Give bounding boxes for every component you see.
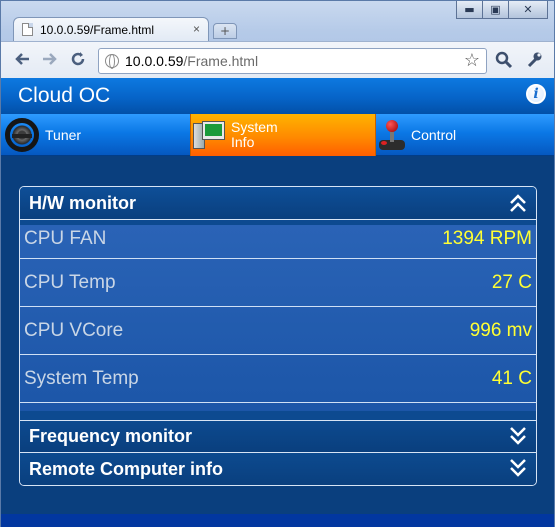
- reload-icon[interactable]: [69, 50, 87, 73]
- steering-wheel-icon: [5, 118, 39, 152]
- remote-computer-info-title: Remote Computer info: [29, 459, 224, 479]
- browser-toolbar: 10.0.0.59/Frame.html ☆: [1, 41, 554, 79]
- nav-control[interactable]: Control: [379, 114, 554, 156]
- app-frame: Cloud OC i Tuner System Info Control H/W…: [0, 78, 555, 527]
- nav-tuner[interactable]: Tuner: [5, 114, 190, 156]
- bookmark-star-icon[interactable]: ☆: [464, 50, 480, 71]
- row-label: System Temp: [24, 367, 139, 389]
- close-window-button[interactable]: ✕: [508, 1, 548, 19]
- frequency-monitor-header[interactable]: Frequency monitor: [20, 420, 536, 453]
- wrench-icon[interactable]: [525, 51, 543, 73]
- app-footer-bar: [1, 514, 554, 527]
- hw-monitor-header[interactable]: H/W monitor: [20, 187, 536, 220]
- row-value: 27 C: [491, 271, 532, 293]
- tab-title: 10.0.0.59/Frame.html: [40, 22, 155, 37]
- monitor-panel: H/W monitor CPU FAN 1394 RPM CPU Temp 27…: [19, 186, 537, 486]
- browser-tab[interactable]: 10.0.0.59/Frame.html ×: [13, 17, 209, 41]
- address-bar[interactable]: 10.0.0.59/Frame.html ☆: [98, 48, 487, 74]
- back-icon[interactable]: [13, 50, 31, 73]
- joystick-icon: [379, 120, 405, 150]
- row-value: 1394 RPM: [442, 227, 532, 249]
- search-icon[interactable]: [495, 51, 513, 73]
- globe-icon: [105, 54, 119, 69]
- page-icon: [22, 23, 33, 36]
- row-value: 41 C: [491, 367, 532, 389]
- minimize-button[interactable]: ▬: [456, 1, 483, 19]
- row-label: CPU FAN: [24, 227, 107, 249]
- forward-icon[interactable]: [41, 50, 59, 73]
- table-row: CPU FAN 1394 RPM: [20, 219, 536, 259]
- info-icon[interactable]: i: [526, 84, 546, 104]
- row-value: 996 mv: [469, 319, 532, 341]
- row-label: CPU VCore: [24, 319, 124, 341]
- nav-system-info-label: System Info: [231, 119, 278, 150]
- collapse-chevron-icon[interactable]: [508, 191, 528, 215]
- window-controls: ▬ ▣ ✕: [456, 1, 548, 19]
- app-header: Cloud OC i: [1, 78, 554, 114]
- expand-chevron-icon[interactable]: [508, 424, 528, 448]
- computer-icon: [193, 121, 225, 149]
- hw-monitor-rows: CPU FAN 1394 RPM CPU Temp 27 C CPU VCore…: [20, 225, 536, 411]
- maximize-button[interactable]: ▣: [482, 1, 509, 19]
- nav-system-info[interactable]: System Info: [190, 114, 376, 156]
- url-host: 10.0.0.59: [125, 53, 184, 69]
- remote-computer-info-header[interactable]: Remote Computer info: [20, 453, 536, 485]
- app-nav: Tuner System Info Control: [1, 114, 554, 156]
- table-row: System Temp 41 C: [20, 355, 536, 403]
- new-tab-button[interactable]: +: [213, 23, 237, 39]
- nav-control-label: Control: [411, 127, 457, 143]
- app-title: Cloud OC: [18, 84, 111, 107]
- frequency-monitor-title: Frequency monitor: [29, 426, 193, 446]
- hw-monitor-title: H/W monitor: [29, 192, 136, 213]
- browser-chrome: ▬ ▣ ✕ 10.0.0.59/Frame.html × + 10.0.0.59…: [0, 0, 555, 79]
- table-row: CPU Temp 27 C: [20, 259, 536, 307]
- tab-close-icon[interactable]: ×: [193, 22, 200, 36]
- row-label: CPU Temp: [24, 271, 116, 293]
- expand-chevron-icon[interactable]: [508, 456, 528, 480]
- url-path: /Frame.html: [183, 53, 259, 69]
- table-row: CPU VCore 996 mv: [20, 307, 536, 355]
- nav-tuner-label: Tuner: [45, 127, 82, 143]
